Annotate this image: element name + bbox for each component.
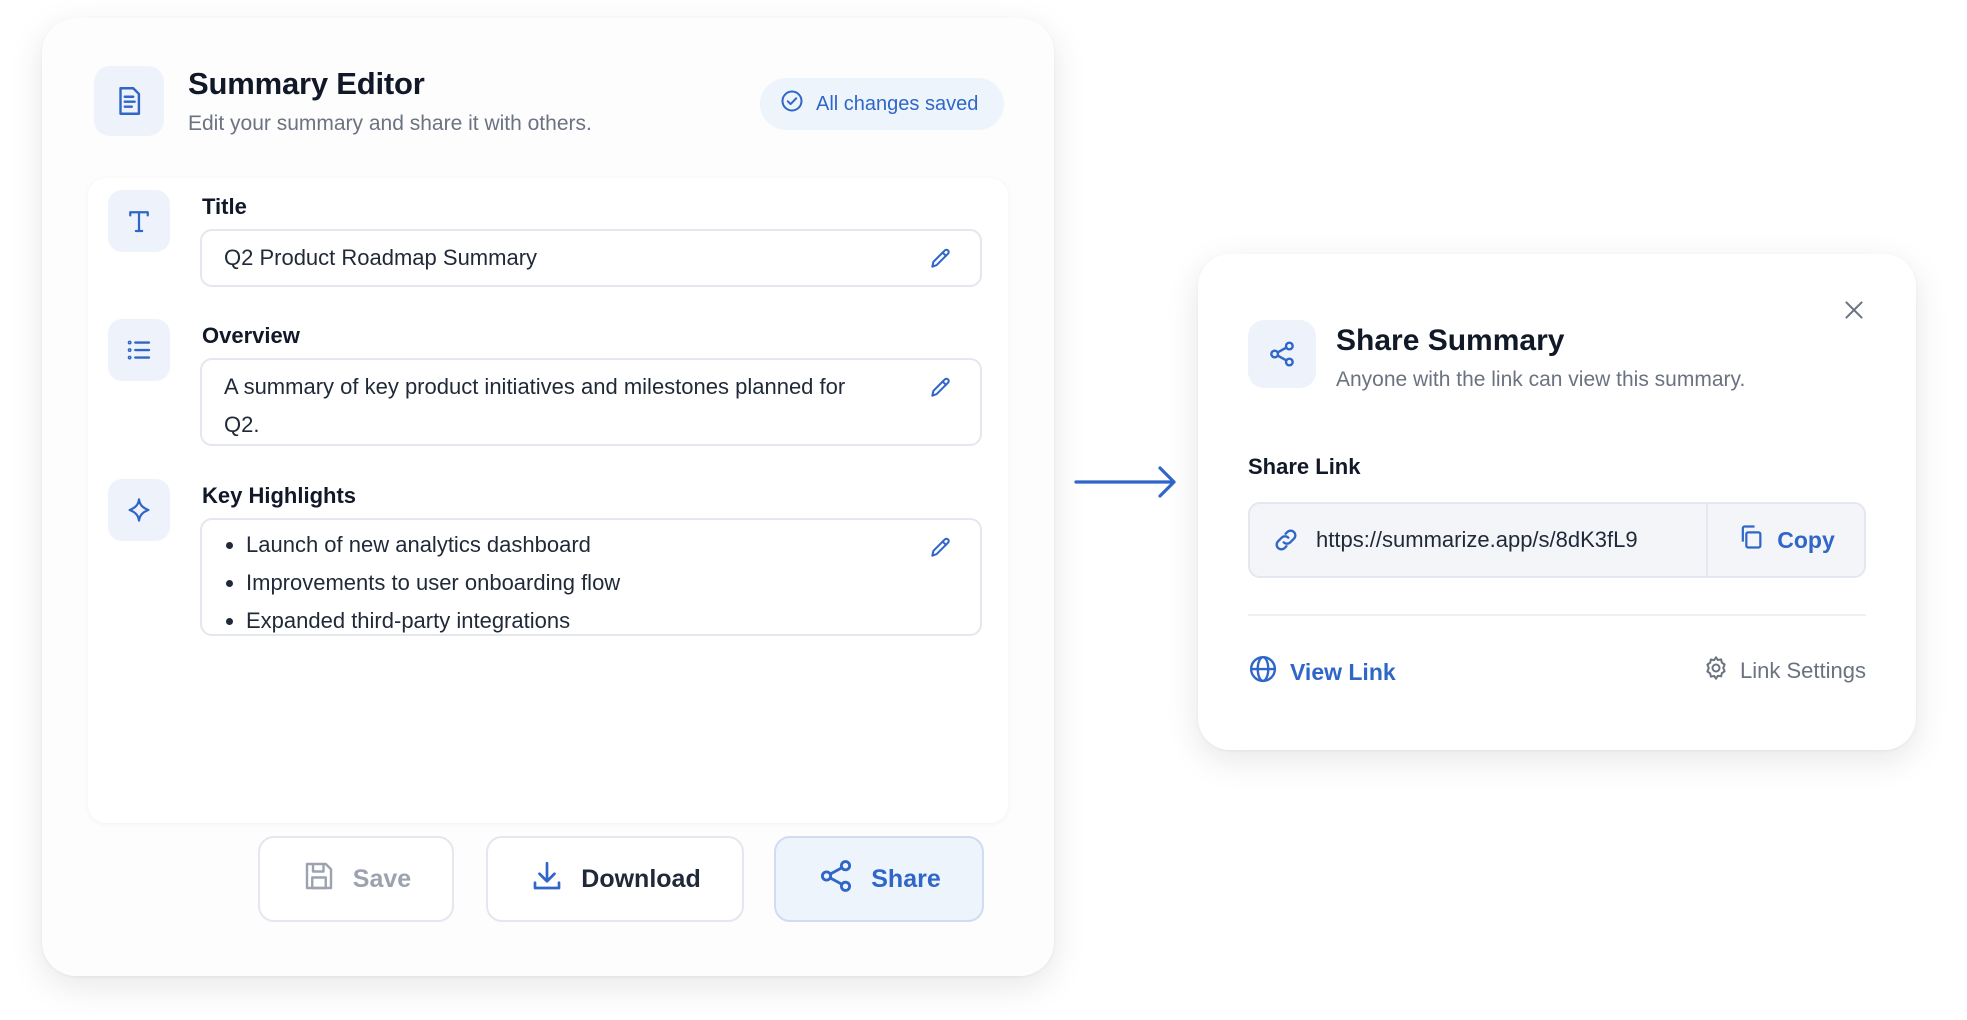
highlights-field[interactable]: Launch of new analytics dashboard Improv… (200, 518, 982, 636)
floppy-disk-icon (301, 858, 337, 901)
gear-icon (1702, 654, 1730, 688)
title-field[interactable]: Q2 Product Roadmap Summary (200, 229, 982, 287)
link-icon (1272, 526, 1300, 559)
sparkle-icon (108, 479, 170, 541)
page-subtitle: Edit your summary and share it with othe… (188, 112, 592, 135)
status-badge: All changes saved (760, 78, 1004, 130)
share-icon (1248, 320, 1316, 388)
overview-field-value[interactable]: A summary of key product initiatives and… (224, 368, 860, 444)
save-button-label: Save (352, 864, 412, 893)
share-link-label: Share Link (1248, 454, 1361, 479)
share-link-field[interactable]: https://summarize.app/s/8dK3fL9 Copy (1248, 502, 1866, 578)
view-link-button[interactable]: View Link (1248, 654, 1396, 690)
status-badge-label: All changes saved (816, 92, 979, 115)
fields-panel: Title Q2 Product Roadmap Summary Overvie… (88, 178, 1008, 823)
summary-editor-card: Summary Editor Edit your summary and sha… (42, 18, 1054, 976)
copy-button-label: Copy (1777, 526, 1835, 553)
arrow-right-icon (1074, 464, 1180, 505)
share-icon (817, 857, 855, 902)
copy-button[interactable]: Copy (1706, 504, 1864, 576)
list-icon (108, 319, 170, 381)
check-circle-icon (780, 89, 804, 119)
pencil-icon[interactable] (924, 241, 958, 275)
pencil-icon[interactable] (924, 370, 958, 404)
copy-icon (1737, 523, 1765, 557)
share-button-label: Share (871, 864, 941, 893)
pencil-icon[interactable] (924, 530, 958, 564)
highlights-field-label: Key Highlights (202, 483, 357, 508)
document-icon (94, 66, 164, 136)
list-item[interactable]: Expanded third-party integrations (224, 602, 910, 640)
share-dialog: Share Summary Anyone with the link can v… (1198, 254, 1916, 750)
overview-field[interactable]: A summary of key product initiatives and… (200, 358, 982, 446)
share-dialog-title: Share Summary (1336, 324, 1565, 357)
share-link-url[interactable]: https://summarize.app/s/8dK3fL9 (1316, 504, 1638, 576)
download-icon (529, 858, 565, 901)
globe-icon (1248, 654, 1278, 690)
share-button[interactable]: Share (774, 836, 984, 922)
link-settings-button[interactable]: Link Settings (1702, 654, 1866, 688)
download-button[interactable]: Download (486, 836, 744, 922)
link-settings-label: Link Settings (1740, 658, 1866, 683)
title-field-label: Title (202, 194, 247, 219)
page-title: Summary Editor (188, 66, 425, 101)
view-link-label: View Link (1290, 658, 1396, 685)
title-field-value[interactable]: Q2 Product Roadmap Summary (224, 239, 910, 277)
stage: Summary Editor Edit your summary and sha… (0, 0, 1967, 1020)
text-type-icon (108, 190, 170, 252)
share-dialog-subtitle: Anyone with the link can view this summa… (1336, 368, 1746, 391)
download-button-label: Download (581, 864, 701, 893)
list-item[interactable]: Improvements to user onboarding flow (224, 564, 910, 602)
divider (1248, 614, 1866, 616)
list-item[interactable]: Launch of new analytics dashboard (224, 526, 910, 564)
highlights-list: Launch of new analytics dashboard Improv… (224, 526, 910, 640)
close-icon[interactable] (1836, 292, 1872, 328)
overview-field-label: Overview (202, 323, 300, 348)
save-button[interactable]: Save (258, 836, 454, 922)
